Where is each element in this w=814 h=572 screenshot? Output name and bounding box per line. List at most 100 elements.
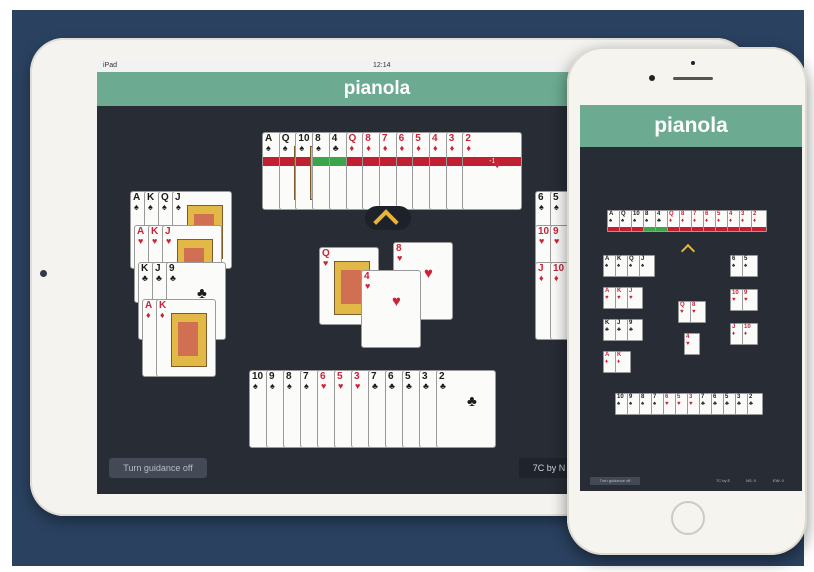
- mini-card-suit-icon: ♠: [744, 263, 748, 269]
- mini-card-rank: 9: [744, 290, 748, 296]
- card-suit-icon: ♠: [282, 143, 288, 153]
- mini-card-suit-icon: ♥: [617, 295, 621, 301]
- card-suit-icon: ♠: [539, 202, 544, 212]
- expand-button[interactable]: [365, 206, 411, 235]
- card-suit-icon: ♦: [160, 310, 165, 320]
- card-suit-icon: ♣: [406, 381, 412, 391]
- mini-card-rank: 9: [629, 394, 633, 400]
- phone-guidance-toggle-button[interactable]: Turn guidance off: [590, 477, 640, 485]
- mini-card-suit-icon: ♠: [621, 218, 625, 224]
- mini-card-rank: 8: [645, 211, 649, 217]
- iphone-device: pianola A ♠ Q ♠ 10 ♠ 8 ♠ 4 ♣ Q ♦ 8 ♦ 7 ♦ 6 ♦ 5 ♦ 4 ♦ 3 ♦ 2 ♦ A ♠ K ♠…: [567, 47, 807, 555]
- card-suit-icon: ♠: [316, 143, 321, 153]
- mini-card-rank: 7: [693, 211, 697, 217]
- card-suit-icon: ♦: [466, 143, 471, 153]
- playing-card[interactable]: 4 ♥ ♥: [361, 270, 421, 348]
- mini-card[interactable]: 8 ♥: [690, 301, 706, 323]
- mini-card-suit-icon: ♥: [629, 295, 633, 301]
- mini-card-suit-icon: ♣: [701, 401, 705, 407]
- ipad-camera-icon: [40, 270, 47, 277]
- card-suit-icon: ♦: [433, 143, 438, 153]
- mini-card-suit-icon: ♦: [753, 218, 757, 224]
- mini-card-suit-icon: ♥: [665, 401, 669, 407]
- playing-card[interactable]: 2 ♦ -1 ♦: [462, 132, 523, 210]
- mini-card-rank: A: [605, 352, 610, 358]
- phone-contract-status: 7C by E: [716, 478, 731, 483]
- card-suit-icon: ♥: [338, 381, 344, 391]
- guidance-toggle-button[interactable]: Turn guidance off: [109, 458, 207, 478]
- phone-screen: pianola A ♠ Q ♠ 10 ♠ 8 ♠ 4 ♣ Q ♦ 8 ♦ 7 ♦ 6 ♦ 5 ♦ 4 ♦ 3 ♦ 2 ♦ A ♠ K ♠…: [580, 105, 802, 491]
- card-suit-icon: ♥: [397, 253, 403, 263]
- mini-card-suit-icon: ♠: [629, 401, 633, 407]
- mini-card[interactable]: 5 ♠: [742, 255, 758, 277]
- mini-card-rank: 9: [629, 320, 633, 326]
- phone-ew-score: EW: 0: [773, 478, 784, 483]
- mini-card-rank: 3: [737, 394, 741, 400]
- mini-card-score-bar: [752, 227, 766, 231]
- phone-sensor-icon: [691, 61, 695, 65]
- mini-card-rank: 4: [729, 211, 733, 217]
- phone-camera-icon: [649, 75, 655, 81]
- card-suit-icon: ♥: [138, 236, 144, 246]
- mini-card-suit-icon: ♣: [629, 327, 633, 333]
- card-suit-icon: ♠: [148, 202, 153, 212]
- mini-card[interactable]: J ♥: [627, 287, 643, 309]
- mini-card[interactable]: 2 ♣: [747, 393, 763, 415]
- mini-card[interactable]: 2 ♦: [751, 210, 767, 232]
- card-suit-icon: ♥: [355, 381, 361, 391]
- mini-card-rank: 2: [749, 394, 753, 400]
- mini-card-suit-icon: ♦: [669, 218, 673, 224]
- mini-card-rank: Q: [621, 211, 626, 217]
- card-suit-icon: ♠: [134, 202, 139, 212]
- mini-card[interactable]: 9 ♣: [627, 319, 643, 341]
- card-suit-icon: ♣: [170, 273, 176, 283]
- mini-card-rank: Q: [629, 256, 634, 262]
- mini-card-suit-icon: ♣: [749, 401, 753, 407]
- mini-card-suit-icon: ♥: [692, 309, 696, 315]
- face-card-illustration: [171, 313, 207, 367]
- mini-card-rank: 8: [681, 211, 685, 217]
- mini-card[interactable]: 9 ♥: [742, 289, 758, 311]
- mini-card-rank: K: [617, 256, 622, 262]
- mini-card-rank: 2: [753, 211, 757, 217]
- card-suit-icon: ♥: [321, 381, 327, 391]
- mini-card-rank: 7: [653, 394, 657, 400]
- mini-card-rank: 6: [705, 211, 709, 217]
- playing-card[interactable]: K ♦: [156, 299, 216, 377]
- card-suit-icon: ♣: [389, 381, 395, 391]
- mini-card-suit-icon: ♦: [732, 331, 736, 337]
- mini-card-rank: J: [641, 256, 645, 262]
- mini-card-rank: J: [629, 288, 633, 294]
- card-suit-icon: ♦: [416, 143, 421, 153]
- mini-card-suit-icon: ♣: [725, 401, 729, 407]
- mini-card-suit-icon: ♠: [605, 263, 609, 269]
- card-suit-icon: ♠: [162, 202, 167, 212]
- playing-card[interactable]: 2 ♣ ♣: [436, 370, 496, 448]
- mini-card-suit-icon: ♦: [605, 359, 609, 365]
- phone-ns-score: NS: 0: [746, 478, 757, 483]
- mini-card-rank: 8: [692, 302, 696, 308]
- card-suit-icon: ♣: [142, 273, 148, 283]
- phone-home-button[interactable]: [671, 501, 705, 535]
- card-suit-icon: ♣: [332, 143, 339, 153]
- card-suit-icon: ♠: [266, 143, 271, 153]
- phone-chevron-up-icon[interactable]: [680, 243, 696, 259]
- mini-card-rank: 3: [689, 394, 693, 400]
- mini-card-rank: 4: [657, 211, 661, 217]
- device-label: iPad: [103, 62, 118, 69]
- card-suit-icon: ♥: [539, 236, 545, 246]
- mini-card-suit-icon: ♣: [713, 401, 717, 407]
- card-suit-icon: ♦: [382, 143, 388, 153]
- card-suit-icon: ♥: [152, 236, 158, 246]
- mini-card[interactable]: 4 ♥: [684, 333, 700, 355]
- mini-card-suit-icon: ♠: [633, 218, 637, 224]
- mini-card[interactable]: 10 ♦: [742, 323, 758, 345]
- card-suit-icon: ♣: [423, 381, 429, 391]
- mini-card-rank: Q: [680, 302, 685, 308]
- mini-card[interactable]: J ♠: [639, 255, 655, 277]
- mini-card[interactable]: K ♦: [615, 351, 631, 373]
- mini-card-rank: K: [605, 320, 610, 326]
- mini-card-rank: K: [617, 352, 622, 358]
- mini-card-rank: 6: [732, 256, 736, 262]
- card-score-badge: -1: [463, 157, 522, 166]
